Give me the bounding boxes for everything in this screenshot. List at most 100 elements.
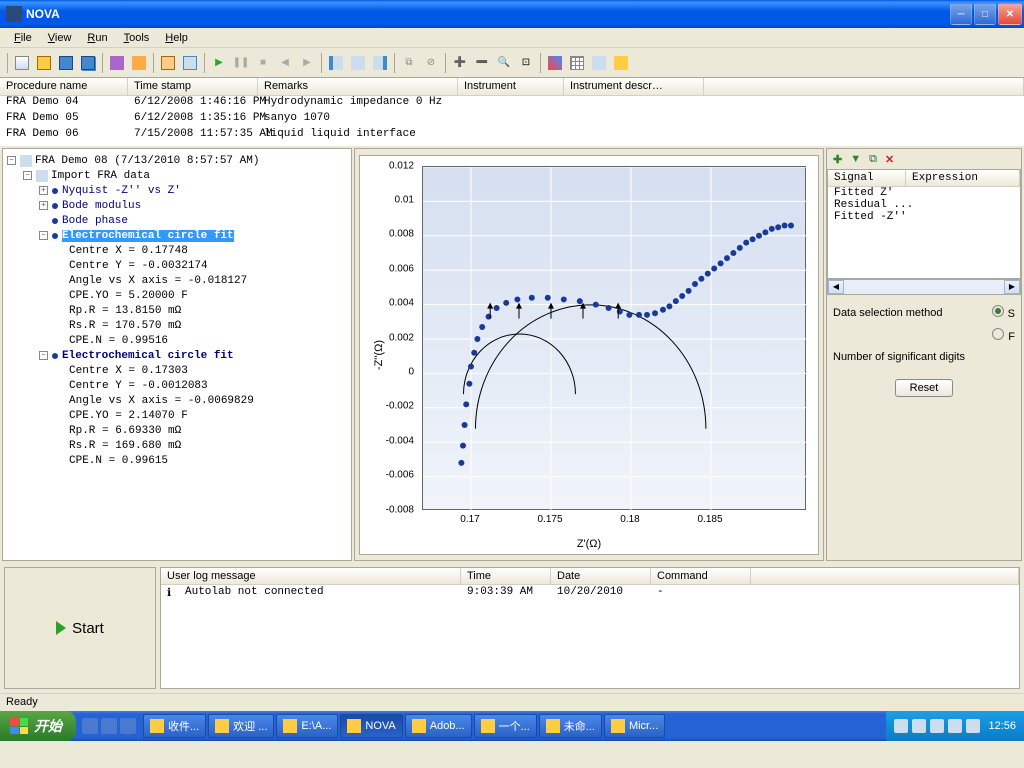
tool-open-icon[interactable] bbox=[34, 53, 54, 73]
reset-button[interactable]: Reset bbox=[895, 379, 954, 397]
list-item[interactable]: Residual ... bbox=[828, 199, 1020, 211]
tree-leaf[interactable]: Centre X = 0.17303 bbox=[7, 363, 347, 378]
clock[interactable]: 12:56 bbox=[988, 720, 1016, 732]
start-menu-button[interactable]: 开始 bbox=[0, 711, 76, 741]
col-log-time[interactable]: Time bbox=[461, 568, 551, 584]
tool-library-icon[interactable] bbox=[107, 53, 127, 73]
tree-leaf[interactable]: Centre Y = -0.0032174 bbox=[7, 258, 347, 273]
menu-file[interactable]: File bbox=[6, 30, 40, 46]
tool-link-icon[interactable]: ⧉ bbox=[399, 53, 419, 73]
tool-play-icon[interactable]: ▶ bbox=[209, 53, 229, 73]
tool-pause-icon[interactable]: ❚❚ bbox=[231, 53, 251, 73]
ql-icon[interactable] bbox=[82, 718, 98, 734]
tool-new-icon[interactable] bbox=[12, 53, 32, 73]
tree-circle-fit-1[interactable]: −Electrochemical circle fit bbox=[7, 228, 347, 243]
col-log-message[interactable]: User log message bbox=[161, 568, 461, 584]
signals-table[interactable]: Signal Expression Fitted Z' Residual ...… bbox=[827, 169, 1021, 279]
tool-fit-icon[interactable]: ⊡ bbox=[516, 53, 536, 73]
col-remarks[interactable]: Remarks bbox=[258, 78, 458, 95]
col-procedure-name[interactable]: Procedure name bbox=[0, 78, 128, 95]
taskbar-task[interactable]: 未命... bbox=[539, 714, 602, 738]
col-log-command[interactable]: Command bbox=[651, 568, 751, 584]
tree-leaf[interactable]: CPE.N = 0.99516 bbox=[7, 333, 347, 348]
delete-icon[interactable]: ✕ bbox=[885, 153, 894, 166]
filter-icon[interactable]: ▼ bbox=[850, 153, 861, 165]
tool-stop-icon[interactable]: ■ bbox=[253, 53, 273, 73]
radio-method-f[interactable] bbox=[992, 328, 1004, 340]
tree-leaf[interactable]: CPE.YO = 2.14070 F bbox=[7, 408, 347, 423]
tree-leaf[interactable]: Rp.R = 6.69330 mΩ bbox=[7, 423, 347, 438]
tool-save-icon[interactable] bbox=[56, 53, 76, 73]
col-timestamp[interactable]: Time stamp bbox=[128, 78, 258, 95]
tray-icon[interactable] bbox=[966, 719, 980, 733]
horizontal-scrollbar[interactable]: ◀▶ bbox=[827, 279, 1021, 295]
tool-database-icon[interactable] bbox=[129, 53, 149, 73]
radio-method-s[interactable] bbox=[992, 305, 1004, 317]
col-instrument[interactable]: Instrument bbox=[458, 78, 564, 95]
start-button[interactable]: Start bbox=[4, 567, 156, 689]
tree-import[interactable]: −Import FRA data bbox=[7, 168, 347, 183]
list-item[interactable]: Fitted -Z'' bbox=[828, 211, 1020, 223]
col-instrument-descr[interactable]: Instrument descr… bbox=[564, 78, 704, 95]
table-row[interactable]: ℹ Autolab not connected 9:03:39 AM 10/20… bbox=[161, 585, 1019, 601]
tool-prev-icon[interactable]: ◀ bbox=[275, 53, 295, 73]
tool-zoomout-icon[interactable]: ➖ bbox=[472, 53, 492, 73]
menu-tools[interactable]: Tools bbox=[116, 30, 158, 46]
tray-icon[interactable] bbox=[930, 719, 944, 733]
tree-nyquist[interactable]: +Nyquist -Z'' vs Z' bbox=[7, 183, 347, 198]
tree-leaf[interactable]: CPE.YO = 5.20000 F bbox=[7, 288, 347, 303]
tray-icon[interactable] bbox=[912, 719, 926, 733]
menu-view[interactable]: View bbox=[40, 30, 80, 46]
tree-leaf[interactable]: Rs.R = 169.680 mΩ bbox=[7, 438, 347, 453]
tree-bode-modulus[interactable]: +Bode modulus bbox=[7, 198, 347, 213]
tray-icon[interactable] bbox=[894, 719, 908, 733]
tree-leaf[interactable]: Rs.R = 170.570 mΩ bbox=[7, 318, 347, 333]
tray-icon[interactable] bbox=[948, 719, 962, 733]
tool-layout3-icon[interactable] bbox=[370, 53, 390, 73]
list-item[interactable]: Fitted Z' bbox=[828, 187, 1020, 199]
col-expression[interactable]: Expression bbox=[906, 170, 1020, 186]
taskbar-task[interactable]: 欢迎 ... bbox=[208, 714, 274, 738]
tool-setup-icon[interactable] bbox=[158, 53, 178, 73]
tool-edit-icon[interactable] bbox=[611, 53, 631, 73]
tool-layout2-icon[interactable] bbox=[348, 53, 368, 73]
tool-next-icon[interactable]: ▶ bbox=[297, 53, 317, 73]
menu-help[interactable]: Help bbox=[157, 30, 196, 46]
maximize-button[interactable]: □ bbox=[974, 3, 996, 25]
taskbar-task[interactable]: 一个... bbox=[474, 714, 537, 738]
col-signal[interactable]: Signal bbox=[828, 170, 906, 186]
tool-zoomin-icon[interactable]: ➕ bbox=[450, 53, 470, 73]
tool-grid-icon[interactable] bbox=[567, 53, 587, 73]
taskbar-task[interactable]: NOVA bbox=[340, 714, 402, 738]
tree-leaf[interactable]: Centre Y = -0.0012083 bbox=[7, 378, 347, 393]
tree-leaf[interactable]: Centre X = 0.17748 bbox=[7, 243, 347, 258]
add-icon[interactable]: ✚ bbox=[833, 153, 842, 166]
tool-layout1-icon[interactable] bbox=[326, 53, 346, 73]
tree-circle-fit-2[interactable]: −Electrochemical circle fit bbox=[7, 348, 347, 363]
nyquist-plot[interactable]: -Z''(Ω) -0.008-0.006-0.004-0.00200.0020.… bbox=[359, 155, 819, 555]
minimize-button[interactable]: ─ bbox=[950, 3, 972, 25]
tree-leaf[interactable]: Angle vs X axis = -0.018127 bbox=[7, 273, 347, 288]
menu-run[interactable]: Run bbox=[79, 30, 115, 46]
taskbar-task[interactable]: Adob... bbox=[405, 714, 472, 738]
taskbar-task[interactable]: Micr... bbox=[604, 714, 665, 738]
ql-icon[interactable] bbox=[101, 718, 117, 734]
tree-bode-phase[interactable]: Bode phase bbox=[7, 213, 347, 228]
taskbar-task[interactable]: 收件... bbox=[143, 714, 206, 738]
copy-icon[interactable]: ⧉ bbox=[869, 153, 877, 166]
close-button[interactable]: ✕ bbox=[998, 3, 1022, 25]
taskbar-task[interactable]: E:\A... bbox=[276, 714, 338, 738]
tool-table-icon[interactable] bbox=[589, 53, 609, 73]
tool-analysis-icon[interactable] bbox=[180, 53, 200, 73]
col-log-date[interactable]: Date bbox=[551, 568, 651, 584]
tree-leaf[interactable]: Angle vs X axis = -0.0069829 bbox=[7, 393, 347, 408]
ql-icon[interactable] bbox=[120, 718, 136, 734]
tree-leaf[interactable]: CPE.N = 0.99615 bbox=[7, 453, 347, 468]
tool-unlink-icon[interactable]: ⊘ bbox=[421, 53, 441, 73]
tree-leaf[interactable]: Rp.R = 13.8150 mΩ bbox=[7, 303, 347, 318]
tool-chart-icon[interactable] bbox=[545, 53, 565, 73]
tool-saveall-icon[interactable] bbox=[78, 53, 98, 73]
tree-root[interactable]: −FRA Demo 08 (7/13/2010 8:57:57 AM) bbox=[7, 153, 347, 168]
tool-zoom-icon[interactable]: 🔍 bbox=[494, 53, 514, 73]
procedure-grid[interactable]: FRA Demo 04 6/12/2008 1:46:16 PM Hydrody… bbox=[0, 96, 1024, 146]
